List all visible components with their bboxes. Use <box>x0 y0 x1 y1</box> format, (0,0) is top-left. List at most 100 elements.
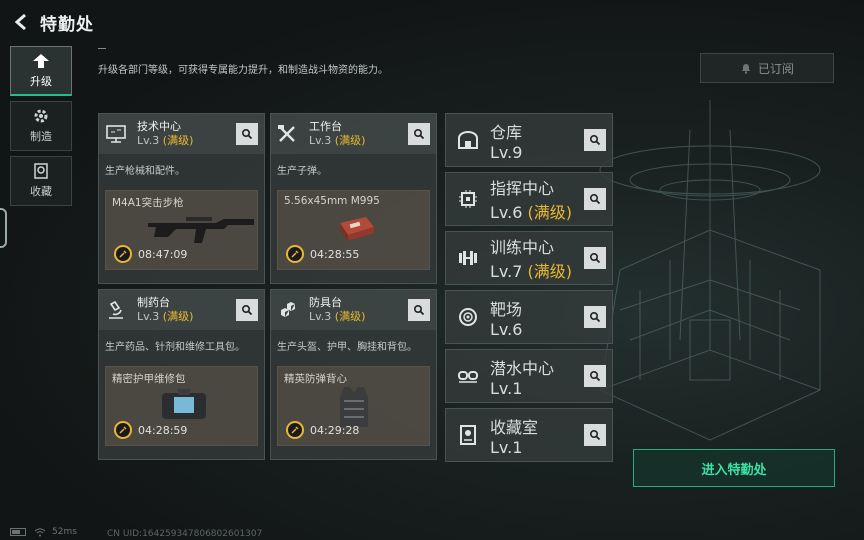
production-slot[interactable]: 精密护甲维修包 04:28:59 <box>105 366 258 446</box>
nav-upgrade[interactable]: 升级 <box>10 46 72 96</box>
collection-icon <box>34 163 48 179</box>
gear-icon <box>34 109 48 123</box>
card-status: (满级) <box>527 203 573 222</box>
card-command-center[interactable]: 指挥中心 Lv.6 (满级) <box>445 172 613 226</box>
product-name: 5.56x45mm M995 <box>284 195 380 207</box>
back-chevron-icon[interactable] <box>10 10 34 34</box>
microscope-icon <box>99 290 133 330</box>
wifi-icon <box>34 528 46 537</box>
nav-upgrade-label: 升级 <box>30 74 52 88</box>
card-name: 技术中心 <box>137 120 181 133</box>
card-armor-bench[interactable]: 防具台 Lv.3 (满级) 生产头盔、护甲、胸挂和背包。 精英防弹背心 04:29… <box>270 289 437 460</box>
target-icon <box>450 290 486 344</box>
description: 升级各部门等级，可获得专属能力提升，和制造战斗物资的能力。 <box>98 65 388 76</box>
search-icon[interactable] <box>584 424 606 446</box>
card-training-center[interactable]: 训练中心 Lv.7 (满级) <box>445 231 613 285</box>
card-level: Lv.1 <box>490 378 523 398</box>
card-level: Lv.3 <box>309 134 332 147</box>
card-header: 工作台 Lv.3 (满级) <box>271 114 436 154</box>
card-collection-room[interactable]: 收藏室 Lv.1 <box>445 408 613 462</box>
card-level: Lv.3 <box>137 310 160 323</box>
wrench-icon <box>114 421 132 439</box>
timer: 08:47:09 <box>138 247 188 261</box>
nav-craft-label: 制造 <box>30 130 52 143</box>
card-level: Lv.7 <box>490 262 523 281</box>
card-warehouse[interactable]: 仓库 Lv.9 <box>445 113 613 167</box>
card-level: Lv.6 <box>490 319 523 339</box>
production-slot[interactable]: 5.56x45mm M995 04:28:55 <box>277 190 430 270</box>
upgrade-icon <box>33 53 49 68</box>
ping: 52ms <box>52 527 77 537</box>
card-pharmacy[interactable]: 制药台 Lv.3 (满级) 生产药品、针剂和维修工具包。 精密护甲维修包 04:2… <box>98 289 265 460</box>
card-status: (满级) <box>162 310 194 323</box>
search-icon[interactable] <box>584 188 606 210</box>
battery-icon <box>10 528 26 536</box>
search-icon[interactable] <box>584 129 606 151</box>
card-name: 收藏室 <box>490 417 539 437</box>
production-slot[interactable]: 精英防弹背心 04:29:28 <box>277 366 430 446</box>
search-icon[interactable] <box>584 247 606 269</box>
repair-kit-image <box>162 389 206 419</box>
dumbbell-icon <box>450 231 486 285</box>
card-name: 防具台 <box>309 296 342 309</box>
left-nav: 升级 制造 收藏 <box>10 46 72 211</box>
nav-craft[interactable]: 制造 <box>10 101 72 151</box>
card-level: Lv.9 <box>490 142 523 162</box>
card-level: Lv.3 <box>137 134 160 147</box>
card-name: 指挥中心 <box>490 179 555 198</box>
chip-icon <box>450 172 486 226</box>
card-level: Lv.3 <box>309 310 332 323</box>
rifle-image <box>148 217 254 243</box>
card-status: (满级) <box>334 134 366 147</box>
card-header: 制药台 Lv.3 (满级) <box>99 290 264 330</box>
wrench-icon <box>286 245 304 263</box>
search-icon[interactable] <box>584 306 606 328</box>
card-level: Lv.1 <box>490 437 523 457</box>
subscribe-label: 已订阅 <box>757 61 794 76</box>
page-title: 特勤处 <box>40 14 94 35</box>
card-name: 潜水中心 <box>490 358 555 378</box>
card-header: 技术中心 Lv.3 (满级) <box>99 114 264 154</box>
subscribe-button[interactable]: 已订阅 <box>700 53 834 83</box>
card-desc: 生产药品、针剂和维修工具包。 <box>105 342 245 353</box>
card-level: Lv.6 <box>490 203 523 222</box>
search-icon[interactable] <box>236 123 258 145</box>
card-status: (满级) <box>334 310 366 323</box>
search-icon[interactable] <box>236 299 258 321</box>
timer: 04:28:59 <box>138 423 188 437</box>
card-tech-center[interactable]: 技术中心 Lv.3 (满级) 生产枪械和配件。 M4A1突击步枪 08:47:09 <box>98 113 265 284</box>
card-desc: 生产子弹。 <box>277 166 327 177</box>
wrench-icon <box>286 421 304 439</box>
cubes-icon <box>271 290 305 330</box>
product-name: M4A1突击步枪 <box>112 197 184 209</box>
card-name: 仓库 <box>490 122 523 142</box>
bell-icon <box>741 64 750 74</box>
nav-collection-label: 收藏 <box>30 185 52 198</box>
card-workbench[interactable]: 工作台 Lv.3 (满级) 生产子弹。 5.56x45mm M995 04:28:… <box>270 113 437 284</box>
status-bar: 52ms <box>10 527 77 537</box>
computer-icon <box>99 114 133 154</box>
warehouse-icon <box>450 113 486 167</box>
card-shooting-range[interactable]: 靶场 Lv.6 <box>445 290 613 344</box>
card-name: 制药台 <box>137 296 170 309</box>
product-name: 精密护甲维修包 <box>112 373 186 385</box>
card-desc: 生产枪械和配件。 <box>105 166 185 177</box>
card-desc: 生产头盔、护甲、胸挂和背包。 <box>277 342 417 353</box>
search-icon[interactable] <box>408 123 430 145</box>
card-status: (满级) <box>527 262 573 281</box>
search-icon[interactable] <box>408 299 430 321</box>
enter-button[interactable]: 进入特勤处 <box>633 449 835 487</box>
ammo-box-image <box>340 217 374 241</box>
card-name: 靶场 <box>490 299 523 319</box>
display-case-icon <box>450 408 486 462</box>
production-slot[interactable]: M4A1突击步枪 08:47:09 <box>105 190 258 270</box>
wrench-icon <box>114 245 132 263</box>
side-drawer-handle[interactable] <box>0 208 7 248</box>
nav-collection[interactable]: 收藏 <box>10 156 72 206</box>
card-diving-center[interactable]: 潜水中心 Lv.1 <box>445 349 613 403</box>
uid-label: CN UID:164259347806802601307 <box>107 529 263 539</box>
search-icon[interactable] <box>584 365 606 387</box>
card-name: 工作台 <box>309 120 342 133</box>
divider <box>98 48 106 49</box>
timer: 04:29:28 <box>310 423 360 437</box>
